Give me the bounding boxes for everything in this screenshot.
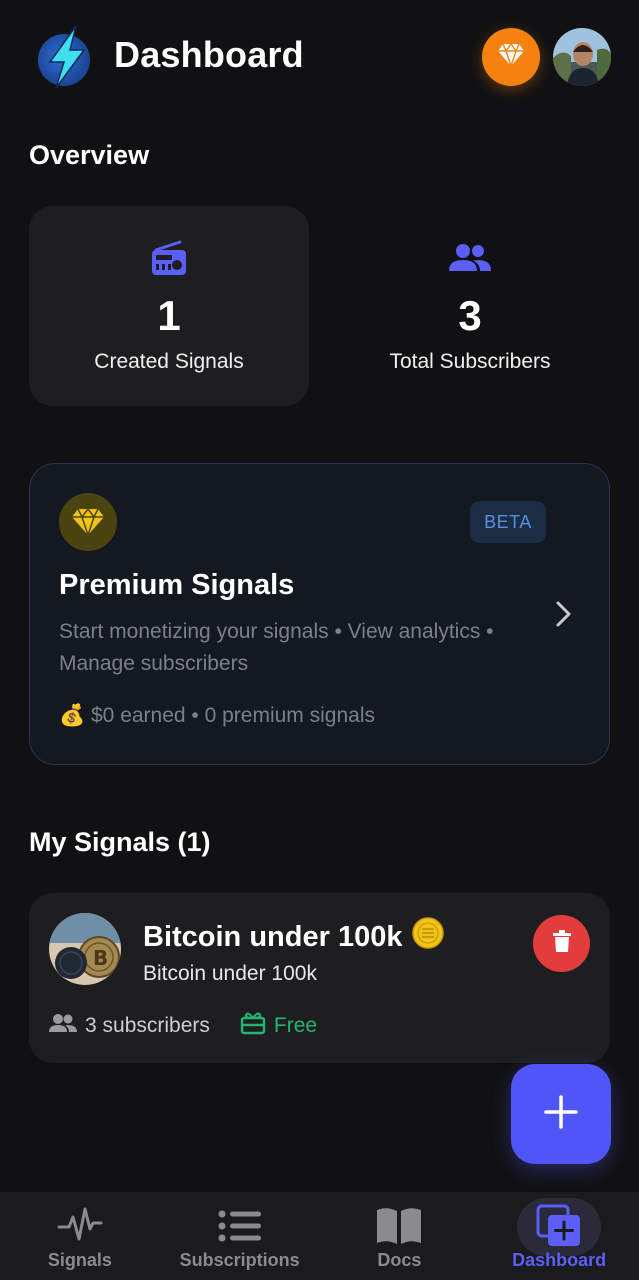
created-signals-card[interactable]: 1 Created Signals xyxy=(29,206,309,406)
signal-price: Free xyxy=(240,1011,317,1041)
premium-diamond-icon xyxy=(59,493,117,551)
lightning-logo-icon xyxy=(36,24,96,90)
premium-signals-card[interactable]: BETA Premium Signals Start monetizing yo… xyxy=(29,463,610,765)
created-signals-label: Created Signals xyxy=(94,350,244,373)
overview-title: Overview xyxy=(29,140,150,170)
signal-name: Bitcoin under 100k xyxy=(143,917,445,957)
nav-label-docs: Docs xyxy=(377,1250,422,1270)
plus-icon xyxy=(544,1094,578,1134)
premium-button[interactable] xyxy=(482,28,540,86)
signal-price-text: Free xyxy=(273,1014,318,1037)
people-icon xyxy=(49,1013,77,1039)
app-header: Dashboard xyxy=(0,0,639,115)
premium-stats-text: $0 earned • 0 premium signals xyxy=(91,704,376,727)
nav-item-docs[interactable]: Docs xyxy=(320,1192,480,1280)
nav-label-signals: Signals xyxy=(47,1250,112,1270)
signal-subscribers-text: 3 subscribers xyxy=(85,1014,210,1037)
page-title: Dashboard xyxy=(114,34,304,75)
dashboard-add-icon xyxy=(536,1204,582,1248)
nav-label-dashboard: Dashboard xyxy=(512,1250,607,1270)
radio-icon xyxy=(150,238,188,278)
diamond-icon xyxy=(497,42,525,72)
nav-item-signals[interactable]: Signals xyxy=(0,1192,160,1280)
nav-label-subscriptions: Subscriptions xyxy=(179,1250,300,1270)
premium-stats: 💰 $0 earned • 0 premium signals xyxy=(59,704,375,728)
signal-card[interactable]: B Bitcoin under 100k Bitcoin under 100k xyxy=(29,893,610,1063)
pulse-icon xyxy=(57,1204,103,1248)
beta-badge: BETA xyxy=(470,501,546,543)
signal-name-text: Bitcoin under 100k xyxy=(143,920,403,953)
total-subscribers-value: 3 xyxy=(458,292,482,339)
premium-description: Start monetizing your signals • View ana… xyxy=(59,620,494,675)
chevron-right-icon xyxy=(552,600,576,628)
my-signals-title: My Signals (1) xyxy=(29,827,211,857)
add-signal-button[interactable] xyxy=(511,1064,611,1164)
book-icon xyxy=(375,1204,423,1248)
avatar[interactable] xyxy=(553,28,611,86)
delete-signal-button[interactable] xyxy=(533,915,590,972)
money-bag-icon: 💰 xyxy=(59,704,86,727)
signal-subscribers: 3 subscribers xyxy=(49,1013,210,1039)
total-subscribers-card[interactable]: 3 Total Subscribers xyxy=(330,206,610,406)
bottom-nav: Signals Subscriptions Docs Dashboard xyxy=(0,1192,639,1280)
signal-description: Bitcoin under 100k xyxy=(143,962,317,985)
nav-item-dashboard[interactable]: Dashboard xyxy=(479,1192,639,1280)
premium-title: Premium Signals xyxy=(59,569,295,601)
svg-text:B: B xyxy=(93,946,108,970)
list-icon xyxy=(218,1204,262,1248)
signal-meta: 3 subscribers Free xyxy=(49,1011,317,1041)
coin-icon xyxy=(412,917,445,957)
trash-icon xyxy=(552,930,571,957)
group-icon xyxy=(449,238,491,278)
total-subscribers-label: Total Subscribers xyxy=(389,350,551,373)
signal-thumbnail: B xyxy=(49,913,121,985)
gift-card-icon xyxy=(240,1011,266,1041)
nav-item-subscriptions[interactable]: Subscriptions xyxy=(160,1192,320,1280)
created-signals-value: 1 xyxy=(157,292,181,339)
